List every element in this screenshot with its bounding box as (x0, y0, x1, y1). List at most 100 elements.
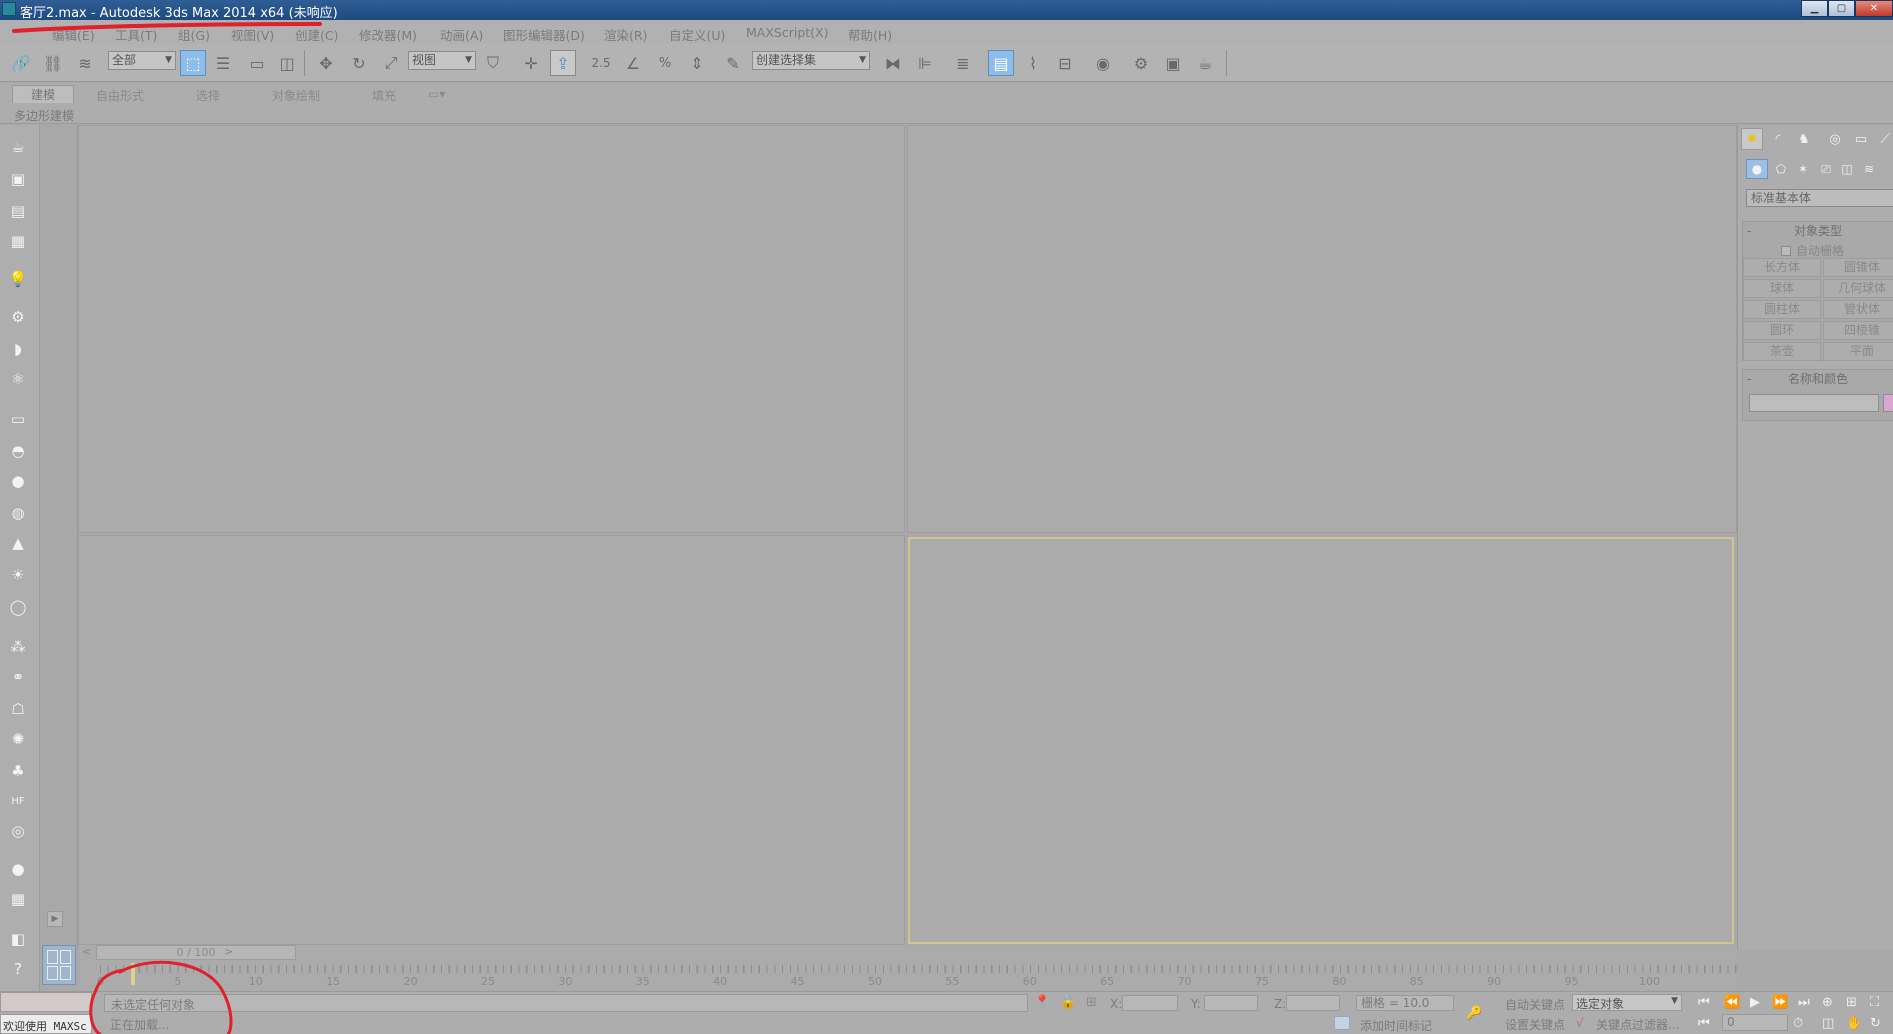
previous-frame-icon[interactable]: ⏪ (1724, 995, 1740, 1010)
current-frame-input[interactable]: 0 (1722, 1014, 1788, 1031)
hierarchy-tab-icon[interactable]: ♞ (1793, 128, 1815, 150)
torus-button[interactable]: 圆环 (1743, 321, 1821, 340)
create-tab-icon[interactable]: ✹ (1741, 128, 1763, 150)
percent-snap-icon[interactable]: % (652, 50, 678, 76)
particle-icon[interactable]: ⁂ (6, 635, 30, 659)
menu-create[interactable]: 创建(C) (295, 25, 338, 44)
graphite-tools-icon[interactable]: ▣ (6, 167, 30, 191)
menu-rendering[interactable]: 渲染(R) (604, 25, 647, 44)
bone-icon[interactable]: ⚭ (6, 665, 30, 689)
absolute-mode-icon[interactable]: ⊞ (1086, 995, 1097, 1010)
hemisphere-icon[interactable]: ◓ (6, 439, 30, 463)
window-crossing-icon[interactable]: ◫ (274, 50, 300, 76)
tube-button[interactable]: 管状体 (1823, 300, 1893, 319)
key-mode-dropdown[interactable]: 选定对象 ▼ (1572, 994, 1682, 1011)
schematic-view-icon[interactable]: ⊟ (1052, 50, 1078, 76)
key-icon[interactable]: 🔑 (1466, 1006, 1482, 1021)
tab-populate[interactable]: 填充 (372, 87, 396, 104)
tab-selection[interactable]: 选择 (196, 87, 220, 104)
material-editor-icon[interactable]: ◉ (1090, 50, 1116, 76)
align-icon[interactable]: ⊫ (912, 50, 938, 76)
layer-explorer-icon[interactable]: ▦ (6, 229, 30, 253)
expand-arrow-icon[interactable]: ▶ (47, 911, 63, 927)
x-coordinate-input[interactable] (1122, 995, 1178, 1011)
scene-explorer-icon[interactable]: ▤ (6, 199, 30, 223)
sphere-light-icon[interactable]: ◯ (6, 595, 30, 619)
spacewarps-icon[interactable]: ≋ (1858, 159, 1880, 179)
menu-views[interactable]: 视图(V) (231, 25, 274, 44)
plane-button[interactable]: 平面 (1823, 342, 1893, 361)
zoom-extents-icon[interactable]: ⛶ (1870, 995, 1879, 1010)
auto-key-button[interactable]: 自动关键点 (1505, 996, 1565, 1013)
time-tag-icon[interactable] (1334, 1016, 1350, 1030)
helpers-icon[interactable]: ◫ (1836, 159, 1858, 179)
isolate-selection-icon[interactable]: 📍 (1034, 995, 1050, 1010)
pan-icon[interactable]: ✋ (1846, 1016, 1862, 1031)
menu-tools[interactable]: 工具(T) (115, 25, 157, 44)
primitive-category-dropdown[interactable]: 标准基本体 (1746, 189, 1893, 207)
object-name-input[interactable] (1749, 394, 1879, 412)
current-frame-marker[interactable] (131, 963, 135, 985)
name-color-header[interactable]: - 名称和颜色 (1743, 370, 1893, 388)
menu-customize[interactable]: 自定义(U) (669, 25, 725, 44)
viewport-left[interactable] (78, 535, 905, 945)
sphere-icon[interactable]: ● (6, 469, 30, 493)
add-time-tag-button[interactable]: 添加时间标记 (1360, 1017, 1432, 1034)
tab-object-paint[interactable]: 对象绘制 (272, 87, 320, 104)
link-icon[interactable]: 🔗 (8, 50, 34, 76)
selection-filter-dropdown[interactable]: 全部 ▼ (108, 51, 176, 70)
select-object-icon[interactable]: ⬚ (180, 50, 206, 76)
named-selection-sets-dropdown[interactable]: 创建选择集 ▼ (752, 51, 870, 70)
angle-snap-icon[interactable]: ∠ (620, 50, 646, 76)
material-sphere-icon[interactable]: ● (6, 857, 30, 881)
plane-icon[interactable]: ▭ (6, 407, 30, 431)
hf-icon[interactable]: HF (6, 789, 30, 813)
light-lister-icon[interactable]: 💡 (6, 267, 30, 291)
close-button[interactable]: ✕ (1855, 0, 1893, 17)
menu-edit[interactable]: 编辑(E) (52, 25, 95, 44)
maxscript-prompt[interactable]: 欢迎使用 MAXSc (0, 1014, 92, 1034)
render-setup-icon[interactable]: ⚙ (1128, 50, 1154, 76)
rotate-icon[interactable]: ↻ (346, 50, 372, 76)
teapot-button[interactable]: 茶壶 (1743, 342, 1821, 361)
sphere-button[interactable]: 球体 (1743, 279, 1821, 298)
time-slider-thumb[interactable]: 0 / 100 (96, 945, 296, 960)
particle-view-icon[interactable]: ⚛ (6, 367, 30, 391)
box-button[interactable]: 长方体 (1743, 258, 1821, 277)
polygon-modeling-label[interactable]: 多边形建模 (14, 107, 74, 124)
reaction-manager-icon[interactable]: ⚙ (6, 305, 30, 329)
menu-group[interactable]: 组(G) (178, 25, 210, 44)
3dsmax-app-icon[interactable] (2, 2, 16, 16)
tab-modeling[interactable]: 建模 (12, 85, 75, 103)
set-key-button[interactable]: 设置关键点 (1505, 1016, 1565, 1033)
spinner-snap-icon[interactable]: ⇕ (684, 50, 710, 76)
bind-spacewarp-icon[interactable]: ≋ (72, 50, 98, 76)
rendered-frame-window-icon[interactable]: ▣ (1160, 50, 1186, 76)
select-by-name-icon[interactable]: ☰ (210, 50, 236, 76)
zoom-icon[interactable]: ⊕ (1822, 995, 1833, 1010)
shapes-icon[interactable]: ⬠ (1770, 159, 1792, 179)
key-mode-toggle-icon[interactable]: ⏮ (1698, 1016, 1710, 1031)
zoom-all-icon[interactable]: ⊞ (1846, 995, 1857, 1010)
sun-icon[interactable]: ☀ (6, 563, 30, 587)
menu-modifiers[interactable]: 修改器(M) (359, 25, 417, 44)
previous-frame-button[interactable]: < (82, 945, 91, 958)
snaps-toggle-icon[interactable]: 2.5 (588, 50, 614, 76)
motion-tab-icon[interactable]: ◎ (1824, 128, 1846, 150)
render-production-icon[interactable]: ☕ (1192, 50, 1218, 76)
y-coordinate-input[interactable] (1204, 995, 1258, 1011)
autogrid-checkbox[interactable]: 自动栅格 (1781, 242, 1844, 259)
menu-graph-editors[interactable]: 图形编辑器(D) (503, 25, 585, 44)
viewport-front[interactable] (907, 125, 1737, 533)
ribbon-options-icon[interactable]: ▭▾ (428, 87, 445, 101)
utilities-tab-icon[interactable]: ⟋ (1874, 128, 1893, 150)
object-color-swatch[interactable] (1883, 394, 1893, 412)
teapot-icon[interactable]: ☕ (6, 135, 30, 159)
scale-icon[interactable]: ⤢ (378, 50, 404, 76)
menu-animation[interactable]: 动画(A) (440, 25, 483, 44)
layer-manager-icon[interactable]: ≣ (950, 50, 976, 76)
move-icon[interactable]: ✥ (313, 50, 339, 76)
curve-editor-icon[interactable]: ⌇ (1020, 50, 1046, 76)
pivot-center-icon[interactable]: ⛉ (480, 50, 506, 76)
play-icon[interactable]: ▶ (1750, 995, 1760, 1010)
